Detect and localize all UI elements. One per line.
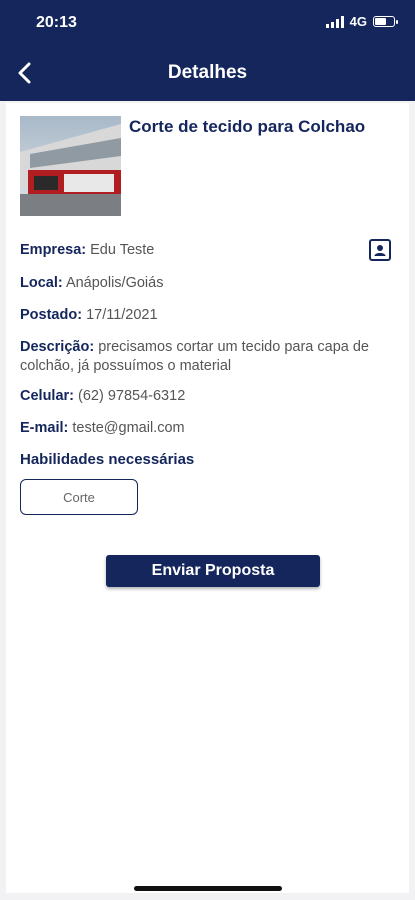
- job-details-card: Corte de tecido para Colchao Empresa: Ed…: [6, 103, 409, 893]
- battery-icon: [373, 16, 398, 27]
- network-type: 4G: [349, 14, 367, 29]
- celular-label: Celular:: [20, 388, 74, 404]
- email-row: E-mail: teste@gmail.com: [20, 419, 370, 438]
- send-proposal-button[interactable]: Enviar Proposta: [106, 555, 320, 587]
- status-indicators: 4G: [325, 14, 398, 29]
- descricao-label: Descrição:: [20, 339, 95, 355]
- page-title: Detalhes: [167, 62, 248, 83]
- job-title: Corte de tecido para Colchao: [129, 117, 366, 136]
- empresa-label: Empresa:: [20, 242, 87, 258]
- local-label: Local:: [20, 275, 63, 291]
- contact-card-icon[interactable]: [369, 239, 391, 261]
- signal-icon: [325, 15, 344, 28]
- postado-value: 17/11/2021: [86, 307, 158, 323]
- empresa-row: Empresa: Edu Teste: [20, 241, 370, 260]
- celular-value: (62) 97854-6312: [78, 388, 186, 404]
- company-image: [20, 116, 121, 216]
- celular-row: Celular: (62) 97854-6312: [20, 387, 370, 406]
- skill-chip: Corte: [20, 479, 138, 515]
- postado-label: Postado:: [20, 307, 83, 323]
- status-time: 20:13: [36, 14, 77, 31]
- empresa-value: Edu Teste: [90, 242, 155, 258]
- skills-heading: Habilidades necessárias: [20, 451, 195, 468]
- local-row: Local: Anápolis/Goiás: [20, 274, 370, 293]
- local-value: Anápolis/Goiás: [65, 275, 164, 291]
- postado-row: Postado: 17/11/2021: [20, 306, 370, 325]
- descricao-row: Descrição: precisamos cortar um tecido p…: [20, 338, 370, 376]
- email-label: E-mail:: [20, 420, 69, 436]
- home-indicator: [134, 886, 282, 891]
- email-value: teste@gmail.com: [72, 420, 185, 436]
- app-header: 20:13 4G Detalhes: [0, 0, 415, 101]
